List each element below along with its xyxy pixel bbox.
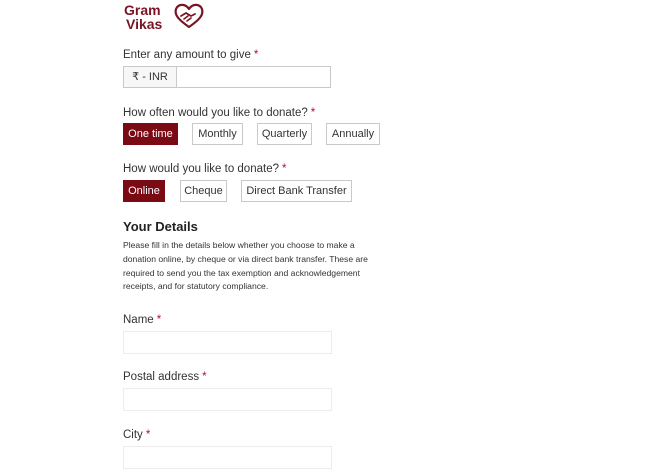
your-details-heading: Your Details — [123, 219, 198, 234]
city-label: City * — [123, 429, 150, 441]
handshake-heart-icon — [174, 3, 204, 29]
amount-input-group: ₹ - INR — [123, 66, 331, 88]
postal-address-label-text: Postal address — [123, 371, 200, 383]
frequency-option-monthly[interactable]: Monthly — [192, 123, 243, 145]
method-label-text: How would you like to donate? — [123, 163, 279, 175]
method-label: How would you like to donate? * — [123, 163, 286, 175]
required-mark: * — [202, 371, 207, 383]
details-description: Please fill in the details below whether… — [123, 240, 368, 292]
name-label: Name * — [123, 314, 161, 326]
frequency-option-quarterly[interactable]: Quarterly — [257, 123, 312, 145]
currency-prefix: ₹ - INR — [124, 67, 177, 87]
city-input[interactable] — [123, 446, 332, 469]
frequency-option-annually[interactable]: Annually — [326, 123, 380, 145]
required-mark: * — [253, 49, 259, 61]
postal-address-input[interactable] — [123, 388, 332, 411]
method-option-cheque[interactable]: Cheque — [180, 180, 227, 202]
gram-vikas-logo[interactable]: Gram Vikas — [123, 2, 208, 32]
frequency-option-one-time[interactable]: One time — [123, 123, 178, 145]
method-option-online[interactable]: Online — [123, 180, 165, 202]
amount-input[interactable] — [177, 67, 329, 87]
required-mark: * — [145, 429, 151, 441]
city-label-text: City — [123, 429, 143, 441]
frequency-label: How often would you like to donate? * — [123, 107, 315, 119]
frequency-label-text: How often would you like to donate? — [123, 107, 308, 119]
method-option-direct-bank-transfer[interactable]: Direct Bank Transfer — [241, 180, 352, 202]
required-mark: * — [310, 107, 316, 119]
name-input[interactable] — [123, 331, 332, 354]
amount-label-text: Enter any amount to give — [123, 49, 251, 61]
name-label-text: Name — [123, 314, 154, 326]
required-mark: * — [282, 163, 287, 175]
required-mark: * — [156, 314, 162, 326]
logo-line-2: Vikas — [126, 16, 163, 32]
logo-line-1: Gram — [124, 2, 161, 18]
postal-address-label: Postal address * — [123, 371, 207, 383]
amount-label: Enter any amount to give * — [123, 49, 258, 61]
